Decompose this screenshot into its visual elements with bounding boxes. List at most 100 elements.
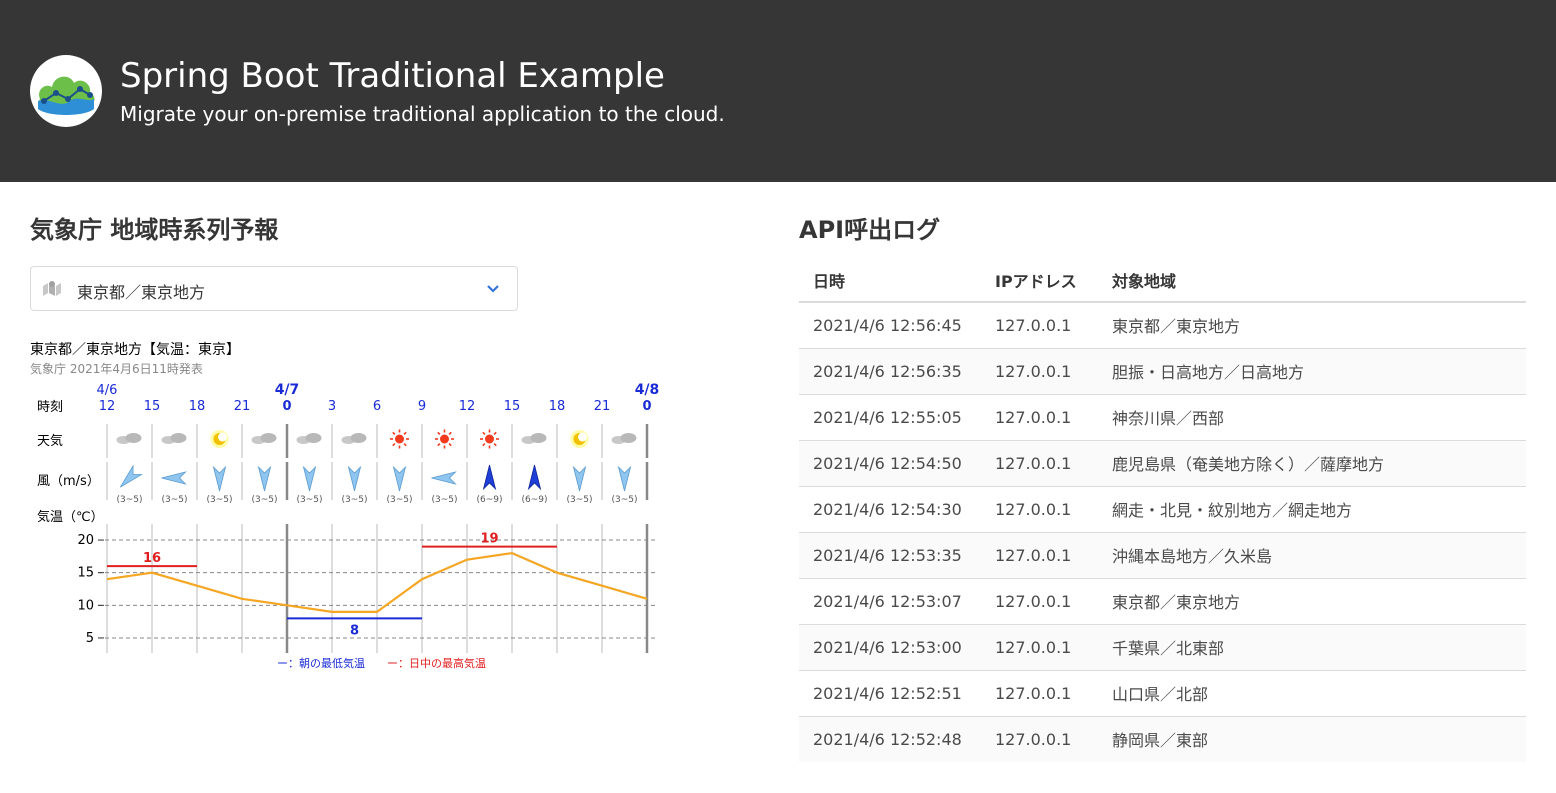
region-select-value: 東京都／東京地方 [77, 283, 206, 302]
table-row: 2021/4/6 12:52:51 127.0.0.1 山口県／北部 [799, 670, 1526, 717]
wind-strength-label: (3~5) [341, 495, 367, 505]
sunny-ray [437, 443, 441, 447]
cell-region: 静岡県／東部 [1112, 731, 1209, 751]
app-logo [30, 55, 102, 127]
wind-arrow-icon [257, 465, 272, 492]
date-label: 4/7 [275, 382, 300, 398]
cell-ip: 127.0.0.1 [981, 670, 1098, 717]
cloudy-icon [620, 433, 637, 443]
max-temp-label: 19 [480, 532, 498, 547]
forecast-chart: 時刻天気風（m/s） 気温（℃） 4/6 4/7 4/8 12 15 18 21 0 3 6 9 12 15… [37, 382, 660, 670]
wind-arrow-icon [572, 465, 587, 492]
wind-arrow-icon [431, 471, 457, 485]
wind-strength-label: (3~5) [251, 495, 277, 505]
hour-label: 12 [99, 399, 116, 414]
max-temp-label: 16 [143, 551, 161, 566]
app-title: Spring Boot Traditional Example [120, 56, 665, 96]
sunny-ray [493, 431, 497, 435]
time-row-label: 時刻 [37, 400, 63, 415]
hour-label: 15 [504, 399, 521, 414]
hour-label: 6 [373, 399, 381, 414]
cell-ip: 127.0.0.1 [995, 729, 1072, 749]
cell-region: 東京都／東京地方 [1098, 578, 1526, 625]
cell-ip: 127.0.0.1 [981, 348, 1098, 395]
cell-datetime: 2021/4/6 12:53:35 [799, 532, 981, 579]
y-tick-label: 10 [77, 598, 94, 613]
wind-strength-label: (3~5) [431, 495, 457, 505]
sunny-ray [403, 431, 407, 435]
sunny-ray [448, 443, 452, 447]
wind-strength-label: (3~5) [161, 495, 187, 505]
sunny-ray [448, 431, 452, 435]
sunny-ray [482, 443, 486, 447]
table-row: 2021/4/6 12:53:35 127.0.0.1 沖縄本島地方／久米島 [799, 532, 1526, 579]
cell-datetime: 2021/4/6 12:53:00 [799, 624, 981, 671]
table-row: 2021/4/6 12:54:50 127.0.0.1 鹿児島県（奄美地方除く）… [799, 440, 1526, 487]
cell-region: 網走・北見・紋別地方／網走地方 [1098, 486, 1526, 533]
wind-strength-label: (3~5) [611, 495, 637, 505]
sunny-ray [392, 431, 396, 435]
sunny-ray [392, 443, 396, 447]
hour-label: 15 [144, 399, 161, 414]
y-tick-label: 15 [77, 566, 94, 581]
wind-strength-label: (6~9) [521, 495, 547, 505]
column-header-ip: IPアドレス [981, 258, 1098, 303]
cell-datetime: 2021/4/6 12:54:30 [799, 486, 981, 533]
hero-header: Spring Boot Traditional Example Migrate … [0, 0, 1556, 182]
date-label: 4/6 [97, 383, 118, 398]
forecast-chart-title: 東京都／東京地方【気温：東京】 [30, 342, 240, 358]
cell-region: 胆振・日高地方／日高地方 [1098, 348, 1526, 395]
cell-datetime: 2021/4/6 12:52:48 [813, 729, 962, 749]
cell-region: 千葉県／北東部 [1098, 624, 1526, 671]
wind-arrow-icon [392, 465, 407, 492]
forecast-chart-source: 気象庁 2021年4月6日11時発表 [30, 362, 203, 376]
moon-shadow [578, 432, 587, 442]
cell-region: 東京都／東京地方 [1098, 302, 1526, 349]
hour-label: 9 [418, 399, 426, 414]
table-row: 2021/4/6 12:53:07 127.0.0.1 東京都／東京地方 [799, 578, 1526, 625]
chevron-down-icon [485, 280, 501, 300]
cell-region: 鹿児島県（奄美地方除く）／薩摩地方 [1098, 440, 1526, 487]
sunny-icon [440, 434, 449, 444]
y-tick-label: 20 [77, 533, 94, 548]
wind-arrow-icon [347, 465, 362, 492]
cloud-logo-icon [38, 76, 95, 115]
cell-ip: 127.0.0.1 [981, 532, 1098, 579]
table-row: 2021/4/6 12:54:30 127.0.0.1 網走・北見・紋別地方／網… [799, 486, 1526, 533]
wind-arrow-icon [119, 464, 143, 488]
forecast-section-title: 気象庁 地域時系列予報 [30, 216, 279, 244]
wind-arrow-icon [161, 471, 187, 485]
moon-shadow [218, 432, 227, 442]
table-row: 2021/4/6 12:55:05 127.0.0.1 神奈川県／西部 [799, 394, 1526, 441]
min-temp-label: 8 [350, 623, 359, 638]
table-header-row: 日時 IPアドレス 対象地域 [799, 258, 1526, 303]
table-row: 2021/4/6 12:56:45 127.0.0.1 東京都／東京地方 [799, 302, 1526, 349]
column-header-region: 対象地域 [1098, 258, 1526, 303]
wind-strength-label: (3~5) [566, 495, 592, 505]
temp-row-label: 気温（℃） [37, 509, 104, 525]
wind-strength-label: (3~5) [296, 495, 322, 505]
wind-arrow-icon [482, 464, 497, 491]
wind-arrow-icon [527, 464, 542, 491]
cell-datetime: 2021/4/6 12:56:35 [799, 348, 981, 395]
table-row: 2021/4/6 12:52:48 127.0.0.1 静岡県／東部 [799, 716, 1526, 762]
wind-arrow-icon [212, 465, 227, 492]
log-section-title: API呼出ログ [799, 216, 941, 244]
cell-ip: 127.0.0.1 [981, 440, 1098, 487]
wind-strength-label: (3~5) [206, 495, 232, 505]
hour-label: 21 [234, 399, 251, 414]
wind-arrow-icon [302, 465, 317, 492]
column-header-datetime: 日時 [799, 258, 981, 303]
region-select[interactable]: 東京都／東京地方 [30, 266, 518, 311]
sunny-ray [482, 431, 486, 435]
cloudy-icon [530, 433, 547, 443]
hour-label: 0 [642, 399, 651, 414]
cell-region: 沖縄本島地方／久米島 [1098, 532, 1526, 579]
date-label: 4/8 [635, 382, 660, 398]
weather-row-label: 天気 [37, 433, 63, 449]
cell-datetime: 2021/4/6 12:55:05 [799, 394, 981, 441]
sunny-ray [493, 443, 497, 447]
cell-datetime: 2021/4/6 12:56:45 [799, 302, 981, 349]
table-row: 2021/4/6 12:53:00 127.0.0.1 千葉県／北東部 [799, 624, 1526, 671]
hour-label: 3 [328, 399, 336, 414]
